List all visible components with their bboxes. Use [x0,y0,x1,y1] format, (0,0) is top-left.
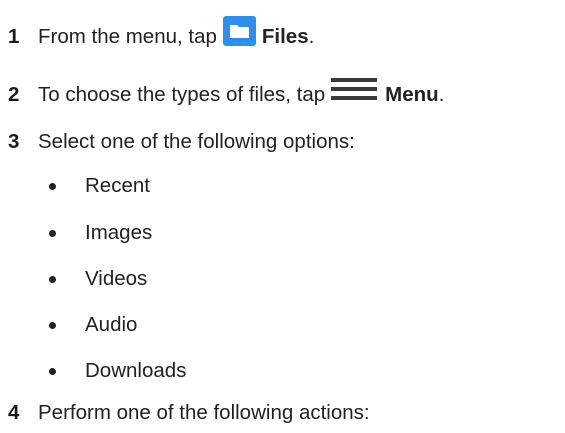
option-label: Downloads [85,359,187,382]
step-text: Select one of the following options: [38,130,355,153]
option-label: Audio [85,313,138,336]
step-number: 3 [8,130,20,153]
bullet-icon [49,321,56,329]
step-number: 2 [8,83,20,106]
step-number: 1 [8,25,20,48]
step-number: 4 [8,401,20,424]
instructions-document: 1 From the menu, tap Files . 2 To choose… [0,0,565,433]
bullet-icon [49,182,56,190]
menu-term: Menu [385,83,439,106]
option-label: Recent [85,174,150,197]
step-text: From the menu, tap Files . [38,16,315,52]
bullet-icon [49,229,56,237]
bullet-icon [49,275,56,283]
hamburger-menu-icon [331,78,378,100]
bullet-icon [49,367,56,375]
step-1-text-after: . [308,25,315,48]
folder-icon [222,16,256,46]
option-label: Images [85,221,153,244]
option-label: Videos [85,267,148,290]
step-text: To choose the types of files, tap Menu . [38,78,445,107]
files-term: Files [261,25,309,48]
step-2-text-after: . [438,83,445,106]
step-1-text-before: From the menu, tap [38,25,217,48]
step-2-text-before: To choose the types of files, tap [38,83,326,106]
step-text: Perform one of the following actions: [38,401,370,424]
